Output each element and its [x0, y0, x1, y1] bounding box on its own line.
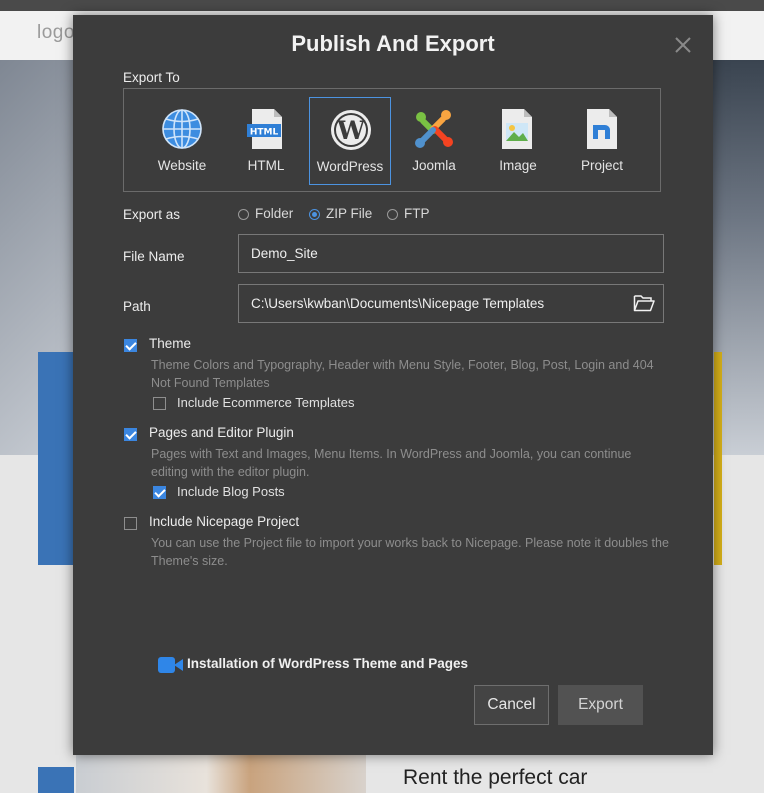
file-name-label: File Name — [123, 249, 185, 264]
radio-ftp-label: FTP — [404, 206, 430, 221]
export-button[interactable]: Export — [558, 685, 643, 725]
pages-description: Pages with Text and Images, Menu Items. … — [151, 447, 632, 479]
target-label: Project — [580, 158, 624, 173]
radio-ftp[interactable] — [387, 209, 398, 220]
theme-label: Theme — [149, 336, 192, 351]
video-camera-icon — [158, 657, 183, 678]
person-photo — [76, 755, 366, 793]
joomla-icon — [413, 107, 455, 151]
pages-label: Pages and Editor Plugin — [149, 425, 294, 440]
radio-folder-label: Folder — [255, 206, 294, 221]
project-checkbox[interactable] — [124, 517, 137, 530]
export-to-label: Export To — [123, 70, 180, 85]
radio-zip-file[interactable] — [309, 209, 320, 220]
dialog-title: Publish And Export — [291, 31, 495, 56]
radio-folder[interactable] — [238, 209, 249, 220]
wordpress-icon: W — [330, 108, 372, 152]
file-name-field[interactable]: Demo_Site — [238, 234, 664, 273]
target-label: Image — [499, 158, 537, 173]
target-label: Website — [157, 158, 207, 173]
project-label: Include Nicepage Project — [149, 514, 300, 529]
close-icon[interactable] — [673, 35, 693, 55]
app-top-bar — [0, 0, 764, 11]
svg-text:W: W — [336, 116, 366, 145]
nicepage-project-icon — [581, 107, 623, 151]
folder-open-icon[interactable] — [633, 294, 655, 312]
cancel-button[interactable]: Cancel — [474, 685, 549, 725]
blog-posts-label: Include Blog Posts — [177, 484, 285, 499]
blue-accent-block-lower — [38, 767, 74, 793]
export-targets: Website HTML HTML W WordPress Joomla Ima… — [123, 88, 661, 192]
pages-checkbox[interactable] — [124, 428, 137, 441]
project-description: You can use the Project file to import y… — [151, 536, 669, 568]
ecommerce-checkbox[interactable] — [153, 397, 166, 410]
target-joomla[interactable]: Joomla — [393, 97, 475, 185]
theme-description: Theme Colors and Typography, Header with… — [151, 358, 654, 390]
target-project[interactable]: Project — [561, 97, 643, 185]
image-file-icon — [497, 107, 539, 151]
publish-export-dialog: Publish And Export Export To Website HTM… — [73, 15, 713, 755]
video-link-label: Installation of WordPress Theme and Page… — [187, 656, 469, 671]
ecommerce-label: Include Ecommerce Templates — [177, 395, 355, 410]
export-as-label: Export as — [123, 207, 181, 222]
target-website[interactable]: Website — [141, 97, 223, 185]
target-label: Joomla — [412, 158, 456, 173]
path-field[interactable]: C:\Users\kwban\Documents\Nicepage Templa… — [238, 284, 664, 323]
target-label: WordPress — [316, 159, 384, 174]
theme-checkbox[interactable] — [124, 339, 137, 352]
target-wordpress[interactable]: W WordPress — [309, 97, 391, 185]
radio-zip-label: ZIP File — [326, 206, 373, 221]
path-label: Path — [123, 299, 151, 314]
target-image[interactable]: Image — [477, 97, 559, 185]
path-value: C:\Users\kwban\Documents\Nicepage Templa… — [251, 296, 545, 311]
section-heading: Rent the perfect car — [403, 766, 588, 789]
blog-posts-checkbox[interactable] — [153, 486, 166, 499]
svg-text:HTML: HTML — [250, 128, 279, 138]
file-name-value: Demo_Site — [251, 246, 318, 261]
globe-icon — [161, 107, 203, 151]
target-html[interactable]: HTML HTML — [225, 97, 307, 185]
yellow-accent-block — [714, 352, 722, 565]
site-logo: logo — [37, 22, 75, 43]
blue-accent-block — [38, 352, 74, 565]
target-label: HTML — [247, 158, 285, 173]
html-file-icon: HTML — [245, 107, 287, 151]
